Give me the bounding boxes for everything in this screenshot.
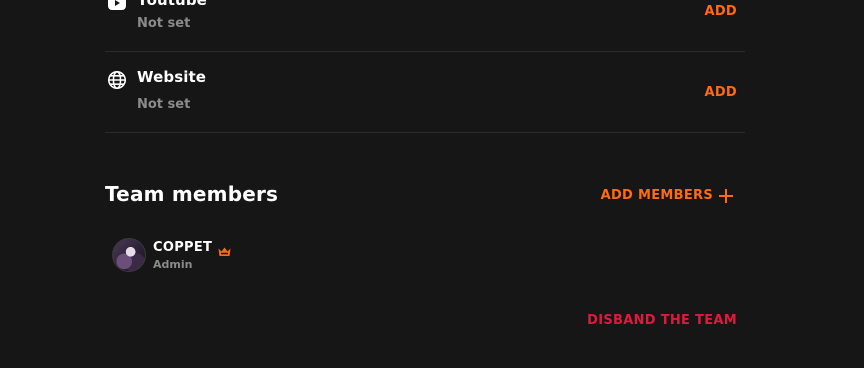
member-role: Admin: [153, 257, 193, 271]
member-info: COPPET Admin: [153, 240, 231, 271]
add-members-button[interactable]: ADD MEMBERS: [601, 188, 733, 203]
social-row-website: Website Not set ADD: [105, 51, 745, 133]
globe-icon: [106, 69, 128, 91]
team-member-row[interactable]: COPPET Admin: [112, 238, 231, 272]
social-title-website: Website: [137, 68, 207, 86]
social-row-youtube: Youtube Not set ADD: [105, 0, 745, 52]
add-members-label: ADD MEMBERS: [600, 188, 713, 203]
crown-icon: [218, 242, 231, 256]
member-name: COPPET: [153, 239, 213, 255]
add-website-button[interactable]: ADD: [704, 85, 737, 100]
team-members-heading: Team members: [105, 182, 279, 206]
plus-icon: [719, 188, 733, 203]
member-name-line: COPPET: [153, 239, 231, 256]
social-title-youtube: Youtube: [137, 0, 207, 9]
disband-team-button[interactable]: DISBAND THE TEAM: [587, 313, 737, 328]
add-youtube-button[interactable]: ADD: [704, 4, 737, 19]
social-value-youtube: Not set: [137, 16, 191, 31]
youtube-icon: [106, 0, 128, 14]
team-settings-page: Youtube Not set ADD Website Not set ADD …: [0, 0, 864, 368]
social-value-website: Not set: [137, 97, 191, 112]
avatar: [112, 238, 146, 272]
